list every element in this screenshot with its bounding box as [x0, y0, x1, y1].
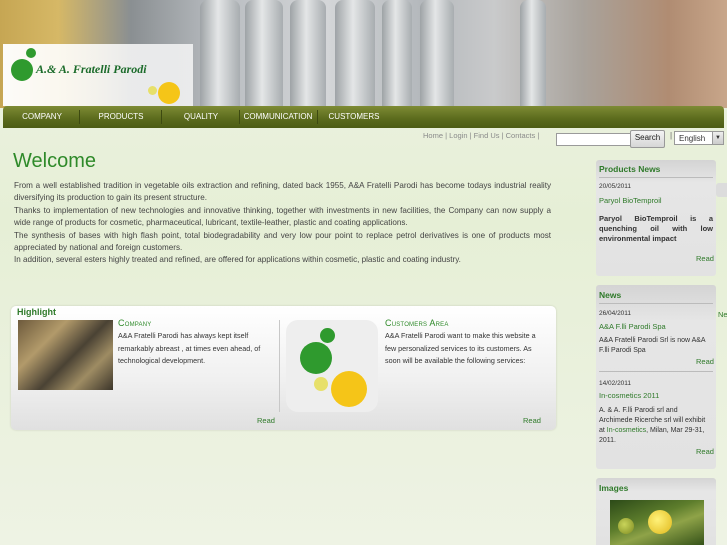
divider	[599, 303, 713, 304]
news-link[interactable]: A&A F.lli Parodi Spa	[599, 322, 666, 331]
silo-image	[382, 0, 412, 108]
gallery-image[interactable]	[610, 500, 704, 545]
news-read-link[interactable]: Read	[696, 447, 714, 456]
logo-yellow-dot-icon	[148, 86, 157, 95]
products-news-read-link[interactable]: Read	[696, 254, 714, 263]
yellow-dot-icon	[314, 377, 328, 391]
news-date: 20/05/2011	[599, 183, 632, 190]
yellow-dot-icon	[331, 371, 367, 407]
separator: |	[537, 131, 540, 140]
language-selected: English	[679, 134, 706, 143]
news-text: A. & A. F.lli Parodi srl and Archimede R…	[599, 406, 709, 446]
silo-image	[520, 0, 546, 108]
separator: |	[469, 131, 472, 140]
company-read-link[interactable]: Read	[257, 416, 275, 425]
news-text: A&A Fratelli Parodi Srl is now A&A F.lli…	[599, 337, 706, 354]
news-title: News	[599, 290, 622, 300]
separator: |	[445, 131, 448, 140]
divider	[599, 177, 713, 178]
news-date: 14/02/2011	[599, 380, 632, 387]
utility-links: Home | Login | Find Us | Contacts |	[423, 131, 539, 140]
nav-divider	[161, 110, 162, 124]
highlight-title: Highlight	[17, 307, 56, 317]
news-carousel-stub[interactable]: Ne	[718, 310, 727, 319]
intro-paragraph: Thanks to implementation of new technolo…	[14, 205, 551, 228]
carousel-tab[interactable]	[716, 183, 727, 197]
logo-green-dot-icon	[26, 48, 36, 58]
news-date: 26/04/2011	[599, 310, 632, 317]
silo-image	[200, 0, 240, 108]
intro-paragraph: The synthesis of bases with high flash p…	[14, 230, 551, 253]
nav-item-company[interactable]: COMPANY	[7, 106, 77, 128]
nav-divider	[317, 110, 318, 124]
main-nav: COMPANY PRODUCTS QUALITY COMMUNICATION C…	[3, 106, 724, 128]
nav-item-quality[interactable]: QUALITY	[163, 106, 239, 128]
products-news-title: Products News	[599, 164, 661, 174]
silo-image	[290, 0, 326, 108]
nav-item-customers[interactable]: CUSTOMERS	[319, 106, 389, 128]
page-title: Welcome	[13, 150, 96, 172]
divider	[599, 371, 713, 372]
separator: |	[670, 131, 673, 140]
news-link[interactable]: In-cosmetics 2011	[599, 391, 659, 400]
customers-area-heading[interactable]: Customers Area	[385, 318, 449, 328]
intro-paragraph: In addition, several esters highly treat…	[14, 255, 461, 265]
intro-paragraph: From a well established tradition in veg…	[14, 181, 551, 203]
header-banner: A.& A. Fratelli Parodi	[0, 0, 727, 108]
lemon-image	[648, 510, 672, 534]
language-select[interactable]: English ▼	[674, 131, 724, 145]
nav-divider	[79, 110, 80, 124]
images-title: Images	[599, 483, 629, 493]
green-dot-icon	[320, 328, 335, 343]
nav-item-products[interactable]: PRODUCTS	[83, 106, 159, 128]
logo-yellow-dot-icon	[158, 82, 180, 104]
customers-read-link[interactable]: Read	[523, 416, 541, 425]
in-cosmetics-link[interactable]: In-cosmetics	[607, 427, 646, 434]
silo-image	[245, 0, 283, 108]
fruit-image	[618, 518, 634, 534]
silo-image	[335, 0, 375, 108]
products-news-text: Paryol BioTemproil is a quenching oil wi…	[599, 214, 713, 243]
nav-divider	[239, 110, 240, 124]
home-link[interactable]: Home	[423, 131, 443, 140]
products-news-link[interactable]: Paryol BioTemproil	[599, 196, 662, 205]
intro-text: From a well established tradition in veg…	[14, 180, 551, 267]
login-link[interactable]: Login	[449, 131, 467, 140]
factory-photo[interactable]	[18, 320, 113, 390]
silo-image	[420, 0, 454, 108]
company-text: A&A Fratelli Parodi has always kept itse…	[118, 331, 261, 365]
company-heading[interactable]: Company	[118, 318, 151, 328]
page: A.& A. Fratelli Parodi COMPANY PRODUCTS …	[0, 0, 727, 545]
logo-text: A.& A. Fratelli Parodi	[36, 62, 147, 76]
separator: |	[501, 131, 504, 140]
search-input[interactable]	[556, 133, 632, 146]
green-dot-icon	[300, 342, 332, 374]
news-read-link[interactable]: Read	[696, 357, 714, 366]
search-button[interactable]: Search	[630, 130, 665, 148]
divider	[279, 320, 280, 412]
chevron-down-icon: ▼	[712, 132, 723, 144]
nav-item-communication[interactable]: COMMUNICATION	[241, 106, 315, 128]
find-us-link[interactable]: Find Us	[474, 131, 500, 140]
customers-area-text: A&A Fratelli Parodi want to make this we…	[385, 331, 536, 365]
contacts-link[interactable]: Contacts	[506, 131, 536, 140]
logo-green-dot-icon	[11, 59, 33, 81]
